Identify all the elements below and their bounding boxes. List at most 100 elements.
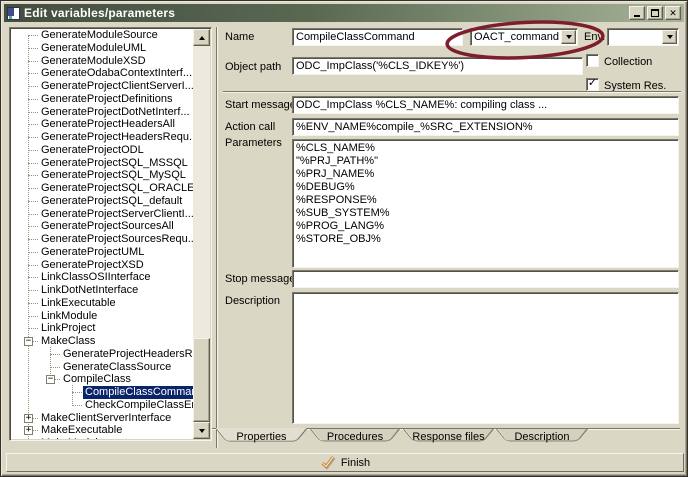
tree-connector [72,392,82,393]
tree-item[interactable]: GenerateProjectClientServerI... [11,80,193,93]
minimize-icon [634,15,640,17]
tree-item[interactable]: GenerateProjectServerClientI... [11,208,193,221]
tree-item[interactable]: GenerateProjectUML [11,246,193,259]
description-textarea[interactable] [292,292,679,424]
tab-label: Procedures [327,431,383,443]
scroll-down-button[interactable] [193,422,210,439]
type-dropdown-button[interactable] [561,30,576,44]
tree-item[interactable]: GenerateProjectHeadersR... [11,348,193,361]
tree-item-label: CheckCompileClassError [83,399,193,412]
system-res-checkbox[interactable] [586,78,599,91]
tree-item-label: GenerateClassSource [61,361,173,374]
tree-item[interactable]: GenerateModuleSource [11,29,193,42]
tree-item[interactable]: LinkClassOSIInterface [11,271,193,284]
tree-item[interactable]: LinkDotNetInterface [11,284,193,297]
tree-item[interactable]: GenerateProjectSQL_MSSQL [11,157,193,170]
tree-item[interactable]: LinkExecutable [11,297,193,310]
tree-connector [28,201,38,202]
tab-response-files[interactable]: Response files [403,429,494,446]
tree-item[interactable]: GenerateProjectSQL_MySQL [11,169,193,182]
tree-item-label: GenerateProjectDefinitions [39,93,174,106]
tree-item[interactable]: +MakeExecutable [11,424,193,437]
tree-item-label: LinkDotNetInterface [39,284,140,297]
scroll-up-button[interactable] [193,29,210,46]
tree-item[interactable]: GenerateProjectDotNetInterf... [11,106,193,119]
start-message-input[interactable] [292,96,679,114]
parameters-textarea[interactable]: %CLS_NAME% "%PRJ_PATH%" %PRJ_NAME% %DEBU… [292,139,679,268]
tree-connector [28,99,38,100]
tree-item[interactable]: GenerateProjectXSD [11,259,193,272]
tab-properties[interactable]: Properties [215,428,308,447]
stop-message-input[interactable] [292,270,679,288]
tree-connector [28,188,38,189]
tree-item[interactable]: GenerateClassSource [11,361,193,374]
tree-item[interactable]: CompileClassCommand [11,386,193,399]
parameters-label: Parameters [225,137,282,149]
tree-scrollbar[interactable] [193,29,210,439]
edit-variables-dialog: Edit variables/parameters ✕ GenerateModu… [0,0,688,477]
env-dropdown[interactable] [607,28,679,46]
type-dropdown[interactable]: OACT_command [470,28,578,46]
collection-checkbox[interactable] [586,54,599,67]
tree-item[interactable]: LinkProject [11,322,193,335]
scrollbar-track[interactable] [193,46,210,422]
tree-item[interactable]: GenerateProjectSQL_default [11,195,193,208]
tree-connector [28,35,38,36]
tree-item[interactable]: GenerateProjectSourcesAll [11,220,193,233]
tree-item[interactable]: −MakeClass [11,335,193,348]
tree-connector [28,316,38,317]
minus-box-icon[interactable]: − [46,375,55,384]
maximize-button[interactable] [647,6,663,20]
plus-box-icon[interactable]: + [24,426,33,435]
tree-item[interactable]: GenerateProjectSQL_ORACLE [11,182,193,195]
tree-item-label: GenerateProjectXSD [39,259,146,272]
tree-item[interactable]: GenerateModuleXSD [11,55,193,68]
tab-procedures[interactable]: Procedures [310,429,400,446]
tree-item[interactable]: +MakeClientServerInterface [11,412,193,425]
tree-item[interactable]: CheckCompileClassError [11,399,193,412]
tree-connector [50,367,60,368]
tree-connector [28,48,38,49]
tab-label: Properties [236,431,286,443]
tree-connector [28,150,38,151]
scrollbar-thumb[interactable] [193,338,210,422]
tree-connector [28,328,38,329]
description-label: Description [225,295,280,307]
tree-item[interactable]: GenerateModuleUML [11,42,193,55]
tree-item-label: GenerateProjectClientServerI... [39,80,193,93]
minus-box-icon[interactable]: − [24,337,33,346]
tree-item[interactable]: GenerateProjectODL [11,144,193,157]
tree-connector [28,303,38,304]
close-button[interactable]: ✕ [665,6,681,20]
panel-divider [216,27,218,448]
action-call-label: Action call [225,121,275,133]
tree-item[interactable]: GenerateProjectHeadersAll [11,118,193,131]
plus-box-icon[interactable]: + [24,414,33,423]
object-path-input[interactable] [292,57,583,75]
finish-button[interactable]: Finish [6,453,684,472]
tree-item-label: GenerateProjectHeadersR... [61,348,193,361]
name-input[interactable] [292,28,463,46]
titlebar[interactable]: Edit variables/parameters ✕ [4,4,684,22]
tree-item[interactable]: GenerateProjectSourcesRequ... [11,233,193,246]
tabstrip: Properties Procedures Response files Descri… [212,428,684,448]
tree-item-label: GenerateProjectSourcesRequ... [39,233,193,246]
tree-item-label: LinkModule [39,310,99,323]
tab-description[interactable]: Description [496,429,588,446]
tree-item[interactable]: LinkModule [11,310,193,323]
env-label: Env. [584,31,605,43]
action-call-input[interactable] [292,118,679,136]
tree-item-label: GenerateProjectSQL_MSSQL [39,157,190,170]
tree-item[interactable]: +MakeModule [11,437,193,439]
chevron-down-icon [566,35,572,39]
minimize-button[interactable] [629,6,645,20]
tab-label: Response files [412,431,484,443]
tree-item-label: MakeModule [39,437,106,439]
tree-connector [28,214,38,215]
tree-item[interactable]: GenerateProjectDefinitions [11,93,193,106]
window-title: Edit variables/parameters [24,6,629,20]
tree-item[interactable]: GenerateOdabaContextInterf... [11,67,193,80]
tree-item[interactable]: GenerateProjectHeadersRequ... [11,131,193,144]
tree-item[interactable]: −CompileClass [11,373,193,386]
env-dropdown-button[interactable] [662,30,677,44]
